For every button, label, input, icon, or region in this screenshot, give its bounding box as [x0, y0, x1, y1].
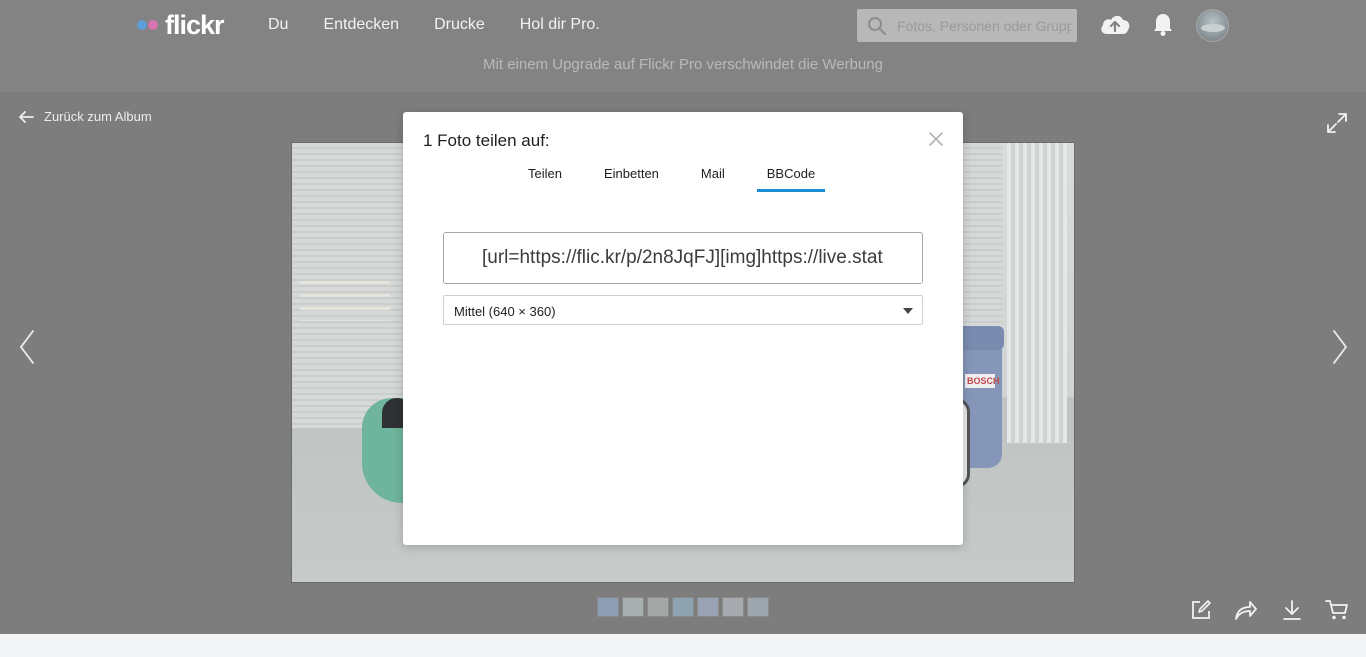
chevron-left-icon[interactable] [17, 329, 37, 365]
back-label: Zurück zum Album [44, 109, 152, 124]
size-dropdown-value: Mittel (640 × 360) [454, 304, 556, 319]
bbcode-field[interactable] [443, 232, 923, 284]
search-input[interactable] [897, 9, 1072, 42]
thumbnail[interactable] [597, 597, 619, 617]
tab-teilen[interactable]: Teilen [518, 162, 572, 192]
thumbnail[interactable] [672, 597, 694, 617]
thumbnail[interactable] [722, 597, 744, 617]
logo-pink-dot [148, 20, 158, 30]
cloud-upload-icon[interactable] [1099, 12, 1131, 36]
size-dropdown[interactable]: Mittel (640 × 360) [443, 295, 923, 325]
promo-banner: Mit einem Upgrade auf Flickr Pro verschw… [0, 50, 1366, 92]
promo-text[interactable]: Mit einem Upgrade auf Flickr Pro verschw… [483, 56, 883, 73]
download-icon[interactable] [1281, 599, 1303, 621]
bell-icon[interactable] [1152, 12, 1174, 37]
avatar[interactable] [1196, 9, 1229, 42]
search-box[interactable] [857, 9, 1077, 42]
search-icon [868, 17, 887, 36]
avatar-image [1201, 24, 1225, 32]
logo-blue-dot [137, 20, 147, 30]
thumbnail[interactable] [697, 597, 719, 617]
bbcode-input[interactable] [444, 233, 922, 283]
logo-text: flickr [165, 9, 225, 40]
nav-link-entdecken[interactable]: Entdecken [323, 16, 399, 34]
thumbnail[interactable] [647, 597, 669, 617]
chevron-right-icon[interactable] [1330, 329, 1350, 365]
photo-sponsor-badge: BOSCH [965, 374, 1000, 388]
nav-link-pro[interactable]: Hol dir Pro. [520, 16, 600, 34]
nav-link-drucke[interactable]: Drucke [434, 16, 485, 34]
thumbnail-strip [597, 597, 772, 617]
photo-pillar [1007, 143, 1067, 443]
nav-link-du[interactable]: Du [268, 16, 288, 34]
tab-einbetten[interactable]: Einbetten [594, 162, 669, 192]
arrow-left-icon [19, 110, 34, 123]
dialog-title: 1 Foto teilen auf: [423, 131, 550, 150]
thumbnail[interactable] [622, 597, 644, 617]
back-to-album-link[interactable]: Zurück zum Album [19, 109, 152, 124]
tab-mail[interactable]: Mail [691, 162, 735, 192]
share-tabs: Teilen Einbetten Mail BBCode [518, 162, 847, 192]
photo-window-lights [300, 281, 390, 321]
share-dialog: 1 Foto teilen auf: Teilen Einbetten Mail… [403, 112, 963, 545]
cart-icon[interactable] [1325, 599, 1349, 621]
edit-icon[interactable] [1190, 599, 1212, 621]
expand-icon[interactable] [1326, 112, 1348, 134]
photo-blue-car-wing [956, 326, 1004, 350]
photo-blue-car: BOSCH [942, 326, 1004, 488]
tab-bbcode[interactable]: BBCode [756, 162, 826, 192]
share-icon[interactable] [1234, 599, 1258, 621]
flickr-logo[interactable]: flickr [137, 9, 225, 40]
close-icon[interactable] [927, 130, 945, 148]
page-footer-strip [0, 634, 1366, 657]
thumbnail[interactable] [747, 597, 769, 617]
top-navigation: flickr Du Entdecken Drucke Hol dir Pro. [0, 0, 1366, 50]
nav-links: Du Entdecken Drucke Hol dir Pro. [268, 0, 635, 50]
caret-down-icon [903, 308, 913, 314]
